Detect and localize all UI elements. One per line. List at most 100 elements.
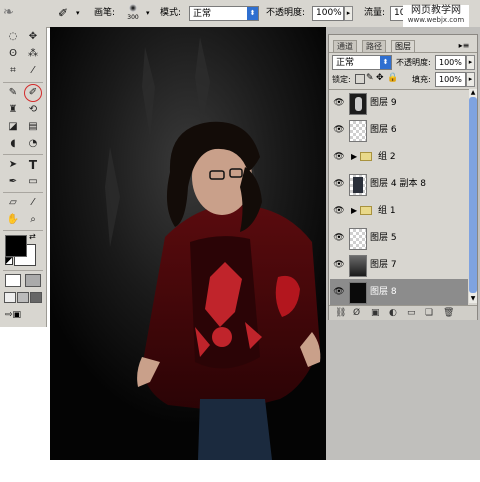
layers-scrollbar[interactable]: ▲ ▼ — [469, 89, 477, 303]
options-bar: ❧ ✐ ▾ 画笔: 300 ▾ 模式: 正常 ⬍ 不透明度: 100% ▸ 流量… — [0, 0, 480, 28]
lasso-tool-icon[interactable]: ʘ — [4, 46, 22, 62]
fill-input[interactable]: 100% — [435, 72, 466, 87]
delete-layer-icon[interactable]: 🗑 — [443, 307, 454, 319]
brush-tool-icon[interactable]: ✐ — [24, 84, 42, 102]
lock-pixels-icon[interactable]: ✎ — [366, 72, 374, 84]
mode-select[interactable]: 正常 ⬍ — [189, 6, 259, 21]
brush-size-picker[interactable]: 300 — [122, 2, 144, 24]
brush-size-arrow-icon[interactable]: ▾ — [146, 5, 154, 21]
layer-row[interactable]: 👁 图层 5 — [330, 225, 468, 253]
visibility-eye-icon[interactable]: 👁 — [332, 98, 346, 108]
opacity-input[interactable]: 100% — [312, 6, 344, 21]
pen-tool-icon[interactable]: ✒ — [4, 174, 22, 190]
layer-thumbnail — [349, 120, 367, 142]
blur-tool-icon[interactable]: ◖ — [4, 136, 22, 152]
blend-mode-select[interactable]: 正常 ⬍ — [332, 55, 392, 70]
dodge-tool-icon[interactable]: ◔ — [24, 136, 42, 152]
screen-mode-full-icon[interactable] — [30, 292, 42, 303]
flow-input[interactable]: 10 — [390, 6, 405, 21]
move-tool-icon[interactable]: ✥ — [24, 29, 42, 45]
scroll-down-icon[interactable]: ▼ — [469, 295, 477, 302]
brush-label: 画笔: — [94, 8, 116, 18]
zoom-tool-icon[interactable]: ⌕ — [24, 212, 42, 228]
link-layers-icon[interactable]: ⛓ — [335, 307, 346, 319]
lock-all-icon[interactable]: 🔒 — [387, 72, 398, 84]
panel-menu-icon[interactable]: ▸≡ — [457, 40, 471, 52]
crop-tool-icon[interactable]: ⌗ — [4, 63, 22, 79]
brush-tip-icon — [129, 4, 137, 12]
scrollbar-thumb[interactable] — [469, 97, 477, 293]
watermark-url: www.webjx.com — [407, 16, 465, 24]
adjustment-layer-icon[interactable]: ◐ — [389, 307, 397, 319]
new-group-icon[interactable]: ▭ — [407, 307, 416, 319]
standard-mode-icon[interactable] — [5, 274, 21, 287]
layer-thumbnail — [349, 282, 367, 304]
layer-opacity-arrow-icon[interactable]: ▸ — [466, 55, 475, 70]
marquee-tool-icon[interactable]: ◌ — [4, 29, 22, 45]
clone-stamp-tool-icon[interactable]: ♜ — [4, 102, 22, 118]
mode-value: 正常 — [193, 9, 212, 19]
layer-name: 图层 7 — [370, 260, 397, 270]
lock-label: 锁定: — [332, 75, 351, 84]
layer-thumbnail — [349, 93, 367, 115]
layer-group-row[interactable]: 👁 ▶ 组 1 — [330, 198, 468, 226]
expand-group-icon[interactable]: ▶ — [351, 205, 357, 217]
visibility-eye-icon[interactable]: 👁 — [332, 179, 346, 189]
shape-tool-icon[interactable]: ▭ — [24, 174, 42, 190]
history-brush-tool-icon[interactable]: ⟲ — [24, 102, 42, 118]
brush-preset-arrow-icon[interactable]: ▾ — [76, 5, 84, 21]
hand-tool-icon[interactable]: ✋ — [4, 212, 22, 228]
type-tool-icon[interactable]: T — [24, 157, 42, 173]
lock-transparency-icon[interactable] — [355, 74, 365, 84]
folder-icon — [360, 206, 372, 215]
magic-wand-tool-icon[interactable]: ⁂ — [24, 46, 42, 62]
visibility-eye-icon[interactable]: 👁 — [332, 152, 346, 162]
eyedropper-tool-icon[interactable]: ⁄ — [24, 195, 42, 211]
layer-name: 图层 4 副本 8 — [370, 179, 427, 189]
document-canvas[interactable] — [50, 27, 326, 460]
visibility-eye-icon[interactable]: 👁 — [332, 206, 346, 216]
folder-icon — [360, 152, 372, 161]
brush-preset-icon[interactable]: ✐ — [58, 5, 76, 21]
layer-group-row[interactable]: 👁 ▶ 组 2 — [330, 144, 468, 172]
layer-thumbnail — [349, 174, 367, 196]
new-layer-icon[interactable]: ❏ — [425, 307, 433, 319]
opacity-label: 不透明度: — [266, 8, 306, 18]
visibility-eye-icon[interactable]: 👁 — [332, 260, 346, 270]
fill-arrow-icon[interactable]: ▸ — [466, 72, 475, 87]
toolbox-divider — [3, 82, 43, 83]
toolbox-divider — [3, 230, 43, 231]
jump-to-imageready-icon[interactable]: ⇨▣ — [5, 309, 27, 321]
default-colors-icon[interactable] — [5, 257, 13, 265]
notes-tool-icon[interactable]: ▱ — [4, 195, 22, 211]
gradient-tool-icon[interactable]: ▤ — [24, 119, 42, 135]
layer-opacity-input[interactable]: 100% — [435, 55, 466, 70]
visibility-eye-icon[interactable]: 👁 — [332, 233, 346, 243]
visibility-eye-icon[interactable]: 👁 — [332, 125, 346, 135]
toolbox-divider — [3, 192, 43, 193]
layer-row-selected[interactable]: 👁 图层 8 — [330, 279, 468, 307]
layer-thumbnail — [349, 255, 367, 277]
visibility-eye-icon[interactable]: 👁 — [332, 287, 346, 297]
quick-mask-mode-icon[interactable] — [25, 274, 41, 287]
layer-opacity-label: 不透明度: — [396, 58, 431, 67]
layer-row[interactable]: 👁 图层 4 副本 8 — [330, 171, 468, 199]
screen-mode-menu-icon[interactable] — [17, 292, 29, 303]
layer-row[interactable]: 👁 图层 6 — [330, 117, 468, 145]
canvas-image — [50, 27, 326, 460]
add-mask-icon[interactable]: ▣ — [371, 307, 380, 319]
opacity-slider-arrow-icon[interactable]: ▸ — [344, 6, 353, 21]
healing-brush-tool-icon[interactable]: ✎ — [4, 85, 22, 101]
swap-colors-icon[interactable]: ⇄ — [29, 232, 36, 241]
eraser-tool-icon[interactable]: ◪ — [4, 119, 22, 135]
scroll-up-icon[interactable]: ▲ — [469, 89, 477, 96]
expand-group-icon[interactable]: ▶ — [351, 151, 357, 163]
layer-row[interactable]: 👁 图层 9 — [330, 90, 468, 118]
lock-position-icon[interactable]: ✥ — [376, 72, 384, 84]
foreground-color-swatch[interactable] — [5, 235, 27, 257]
slice-tool-icon[interactable]: ⁄ — [24, 63, 42, 79]
layer-row[interactable]: 👁 图层 7 — [330, 252, 468, 280]
path-selection-tool-icon[interactable]: ➤ — [4, 157, 22, 173]
layer-style-icon[interactable]: Ø — [353, 307, 360, 319]
screen-mode-standard-icon[interactable] — [4, 292, 16, 303]
